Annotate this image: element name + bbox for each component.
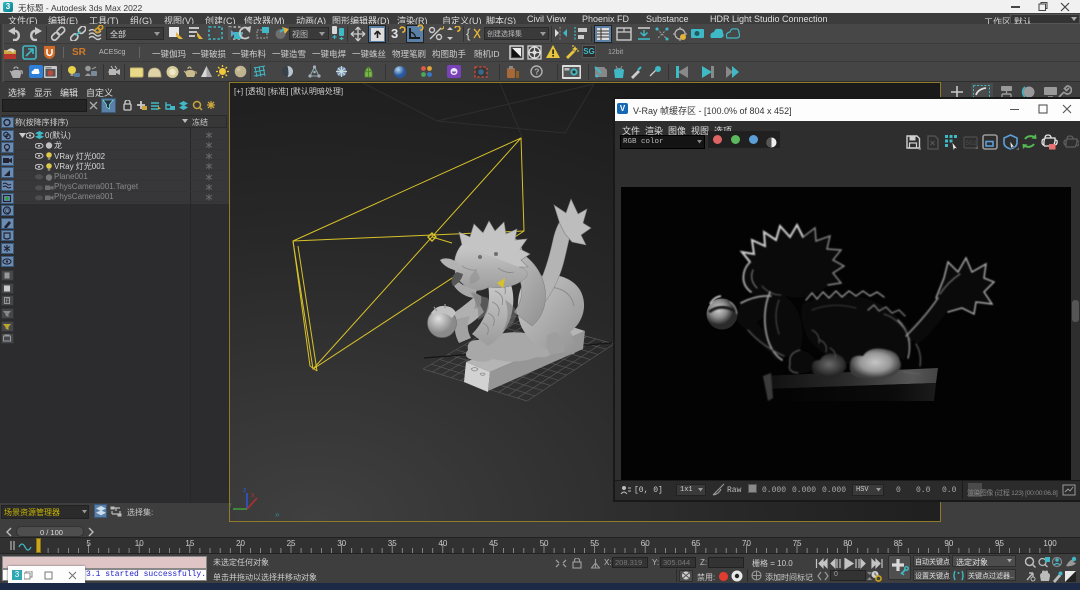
svg-text:z: z (243, 487, 247, 494)
svg-text:?: ? (534, 67, 539, 77)
svg-text:F: F (6, 299, 10, 305)
svg-text:y: y (230, 502, 232, 509)
svg-text:x: x (251, 492, 255, 499)
svg-text:502: 502 (966, 140, 977, 147)
svg-text:{: { (466, 26, 471, 41)
svg-text:Q: Q (5, 209, 10, 215)
